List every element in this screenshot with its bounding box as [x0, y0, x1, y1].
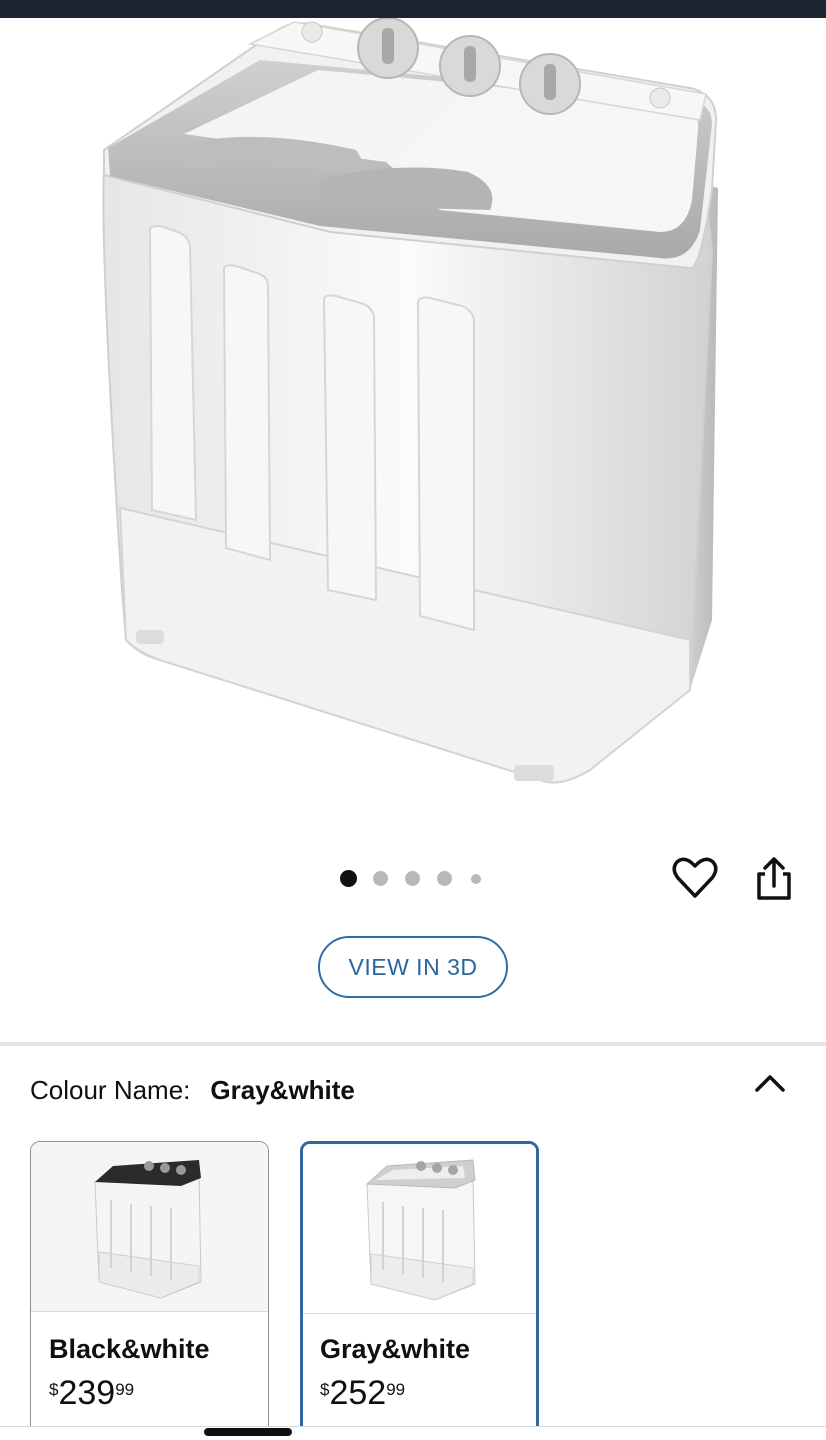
collapse-colour-button[interactable] — [748, 1066, 792, 1102]
bottom-sheet-edge — [0, 1426, 826, 1440]
carousel-dot[interactable] — [340, 870, 357, 887]
colour-selector-header: Colour Name: Gray&white — [30, 1070, 355, 1110]
colour-label: Colour Name: — [30, 1074, 191, 1105]
carousel-dot[interactable] — [437, 871, 452, 886]
variant-name: Gray&white — [320, 1334, 471, 1364]
variant-swatch-black-white[interactable]: Black&white $ 239 99 — [30, 1141, 269, 1440]
heart-icon — [672, 857, 718, 898]
colour-selected-value: Gray&white — [210, 1074, 355, 1105]
variant-thumbnail — [303, 1144, 536, 1314]
variant-thumbnail — [31, 1142, 268, 1312]
share-icon — [757, 857, 791, 900]
carousel-dot[interactable] — [405, 871, 420, 886]
variant-name: Black&white — [49, 1334, 210, 1364]
wishlist-button[interactable] — [672, 856, 718, 900]
share-button[interactable] — [752, 856, 796, 902]
price-whole: 239 — [58, 1374, 116, 1412]
variant-swatch-gray-white[interactable]: Gray&white $ 252 99 — [300, 1141, 539, 1440]
chevron-up-icon — [755, 1075, 785, 1092]
variant-price: $ 239 99 — [49, 1374, 134, 1412]
product-image[interactable] — [0, 18, 826, 838]
carousel-dot[interactable] — [373, 871, 388, 886]
section-divider — [0, 1042, 826, 1046]
status-bar — [0, 0, 826, 18]
image-carousel-dots[interactable] — [340, 870, 490, 888]
price-currency: $ — [320, 1380, 330, 1399]
price-fraction: 99 — [115, 1380, 135, 1399]
price-fraction: 99 — [386, 1380, 406, 1399]
price-whole: 252 — [329, 1374, 387, 1412]
price-currency: $ — [49, 1380, 59, 1399]
carousel-dot[interactable] — [471, 874, 481, 884]
variant-price: $ 252 99 — [320, 1374, 405, 1412]
home-indicator[interactable] — [204, 1428, 292, 1436]
view-in-3d-button[interactable]: VIEW IN 3D — [318, 936, 508, 998]
